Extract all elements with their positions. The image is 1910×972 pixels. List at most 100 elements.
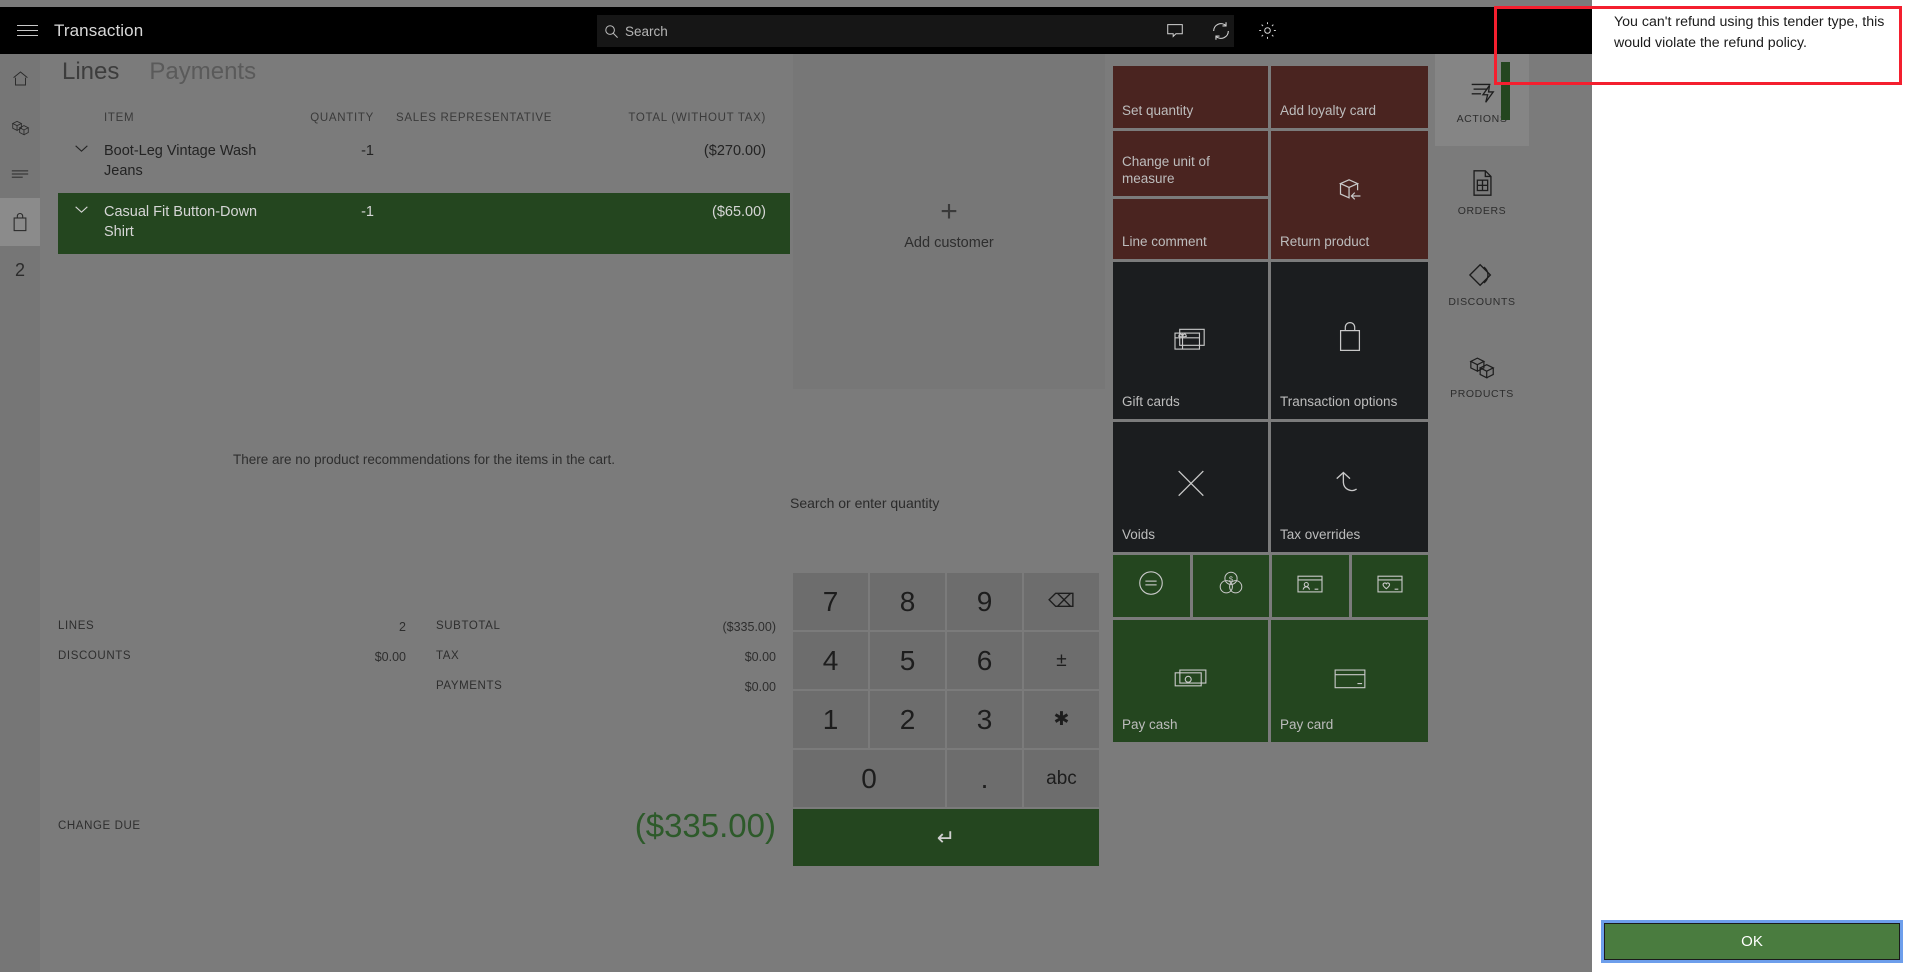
- tile-set-quantity[interactable]: Set quantity: [1113, 66, 1268, 128]
- tile-change-unit-of-measure[interactable]: Change unit of measure: [1113, 131, 1268, 196]
- key-9[interactable]: 9: [947, 573, 1022, 630]
- rail-item-lines[interactable]: [0, 150, 40, 198]
- key-1[interactable]: 1: [793, 691, 868, 748]
- key-2[interactable]: 2: [870, 691, 945, 748]
- tile-add-loyalty-card[interactable]: Add loyalty card: [1271, 66, 1428, 128]
- tile-label: Gift cards: [1122, 394, 1180, 410]
- change-due-row: CHANGE DUE ($335.00): [58, 807, 790, 845]
- table-row[interactable]: Boot-Leg Vintage Wash Jeans -1 ($270.00): [58, 132, 790, 193]
- products-boxes-icon: [10, 117, 31, 136]
- tab-payments[interactable]: Payments: [149, 58, 256, 90]
- tile-label: Voids: [1122, 527, 1156, 543]
- settings-gear-icon[interactable]: [1254, 18, 1280, 44]
- totals-lines-row: LINES 2: [58, 612, 424, 642]
- tile-loyalty-card[interactable]: [1351, 555, 1428, 617]
- sidebar-item-label: PRODUCTS: [1450, 387, 1514, 400]
- close-x-icon: [1113, 465, 1268, 501]
- home-icon: [11, 69, 30, 88]
- active-indicator-bar: [1501, 62, 1510, 120]
- tile-label: Change unit of measure: [1122, 154, 1210, 187]
- left-navigation-rail: 2: [0, 54, 40, 972]
- table-row[interactable]: Casual Fit Button-Down Shirt -1 ($65.00): [58, 193, 790, 255]
- totals-discounts-label: DISCOUNTS: [58, 650, 132, 662]
- asterisk-key[interactable]: ✱: [1024, 691, 1099, 748]
- currency-coins-icon: $: [1193, 568, 1270, 598]
- add-customer-panel[interactable]: + Add customer: [793, 54, 1105, 389]
- sync-refresh-icon[interactable]: [1208, 18, 1234, 44]
- cart-item-name: Boot-Leg Vintage Wash Jeans: [104, 143, 257, 179]
- discount-tag-icon: [1467, 261, 1497, 289]
- tile-price-check[interactable]: [1113, 555, 1190, 617]
- tile-tax-overrides[interactable]: Tax overrides: [1271, 422, 1428, 552]
- tile-return-product[interactable]: Return product: [1271, 131, 1428, 259]
- tile-currency-exchange[interactable]: $: [1192, 555, 1270, 617]
- chevron-down-icon[interactable]: [58, 203, 104, 214]
- gift-card-icon: [1113, 321, 1268, 353]
- search-input[interactable]: Search: [597, 15, 1234, 47]
- cash-bills-icon: [1113, 665, 1268, 691]
- plus-minus-key[interactable]: ±: [1024, 632, 1099, 689]
- sidebar-item-label: DISCOUNTS: [1448, 295, 1516, 308]
- no-recommendations-message: There are no product recommendations for…: [233, 452, 615, 467]
- totals-subtotal-value: ($335.00): [722, 620, 776, 634]
- sidebar-item-discounts[interactable]: DISCOUNTS: [1435, 238, 1529, 330]
- products-cubes-icon: [1467, 353, 1498, 381]
- tile-label: Add loyalty card: [1280, 103, 1377, 119]
- chevron-down-icon[interactable]: [58, 142, 104, 153]
- error-dialog-message: You can't refund using this tender type,…: [1614, 14, 1885, 51]
- tile-label: Pay card: [1280, 717, 1334, 733]
- sidebar-item-orders[interactable]: ORDERS: [1435, 146, 1529, 238]
- rail-item-products[interactable]: [0, 102, 40, 150]
- key-5[interactable]: 5: [870, 632, 945, 689]
- cart-count-badge: 2: [14, 259, 25, 280]
- svg-text:$: $: [1229, 575, 1234, 584]
- tile-pay-card[interactable]: Pay card: [1271, 620, 1428, 742]
- totals-lines-value: 2: [399, 620, 406, 634]
- totals-tax-row: TAX $0.00: [424, 642, 790, 672]
- tile-line-comment[interactable]: Line comment: [1113, 199, 1268, 259]
- rail-item-cart[interactable]: [0, 198, 40, 246]
- decimal-key[interactable]: .: [947, 750, 1022, 807]
- key-6[interactable]: 6: [947, 632, 1022, 689]
- tile-customer-card[interactable]: [1272, 555, 1349, 617]
- rail-item-home[interactable]: [0, 54, 40, 102]
- screen-root: Transaction Search 2 Lines Payments ITEM…: [0, 0, 1910, 972]
- totals-subtotal-label: SUBTOTAL: [436, 620, 501, 632]
- tile-pay-cash[interactable]: Pay cash: [1113, 620, 1268, 742]
- column-header-total: TOTAL (WITHOUT TAX): [628, 112, 766, 124]
- totals-payments-value: $0.00: [744, 680, 776, 694]
- tile-label: Return product: [1280, 234, 1370, 250]
- tile-transaction-options[interactable]: Transaction options: [1271, 262, 1428, 419]
- key-4[interactable]: 4: [793, 632, 868, 689]
- sidebar-item-products[interactable]: PRODUCTS: [1435, 330, 1529, 422]
- key-3[interactable]: 3: [947, 691, 1022, 748]
- key-7[interactable]: 7: [793, 573, 868, 630]
- search-icon: [597, 24, 625, 39]
- cart-item-quantity: -1: [361, 204, 374, 221]
- enter-key[interactable]: ↵: [793, 809, 1099, 866]
- backspace-key[interactable]: ⌫: [1024, 573, 1099, 630]
- equals-circle-icon: [1113, 568, 1190, 598]
- numeric-keypad: 7 8 9 ⌫ 4 5 6 ± 1 2 3 ✱ 0 . abc ↵: [793, 573, 1099, 866]
- cart-item-total: ($270.00): [703, 143, 766, 159]
- cart-header-row: ITEM QUANTITY SALES REPRESENTATIVE TOTAL…: [58, 102, 790, 132]
- totals-tax-value: $0.00: [744, 650, 776, 664]
- key-0[interactable]: 0: [793, 750, 945, 807]
- totals-payments-label: PAYMENTS: [436, 680, 503, 692]
- shopping-bag-icon: [11, 212, 29, 233]
- cart-item-total: ($65.00): [711, 204, 766, 221]
- key-8[interactable]: 8: [870, 573, 945, 630]
- actions-lightning-icon: [1467, 76, 1497, 106]
- cart-item-name: Casual Fit Button-Down Shirt: [104, 204, 258, 240]
- tab-lines[interactable]: Lines: [62, 58, 119, 90]
- quantity-search-input[interactable]: Search or enter quantity: [790, 495, 1102, 511]
- abc-key[interactable]: abc: [1024, 750, 1099, 807]
- hamburger-menu-icon[interactable]: [6, 25, 48, 36]
- tile-gift-cards[interactable]: Gift cards: [1113, 262, 1268, 419]
- totals-discounts-row: DISCOUNTS $0.00: [58, 642, 424, 672]
- chat-bubble-icon[interactable]: [1162, 18, 1188, 44]
- tile-voids[interactable]: Voids: [1113, 422, 1268, 552]
- tile-label: Tax overrides: [1280, 527, 1361, 543]
- ok-button[interactable]: OK: [1601, 920, 1903, 963]
- sidebar-item-actions[interactable]: ACTIONS: [1435, 54, 1529, 146]
